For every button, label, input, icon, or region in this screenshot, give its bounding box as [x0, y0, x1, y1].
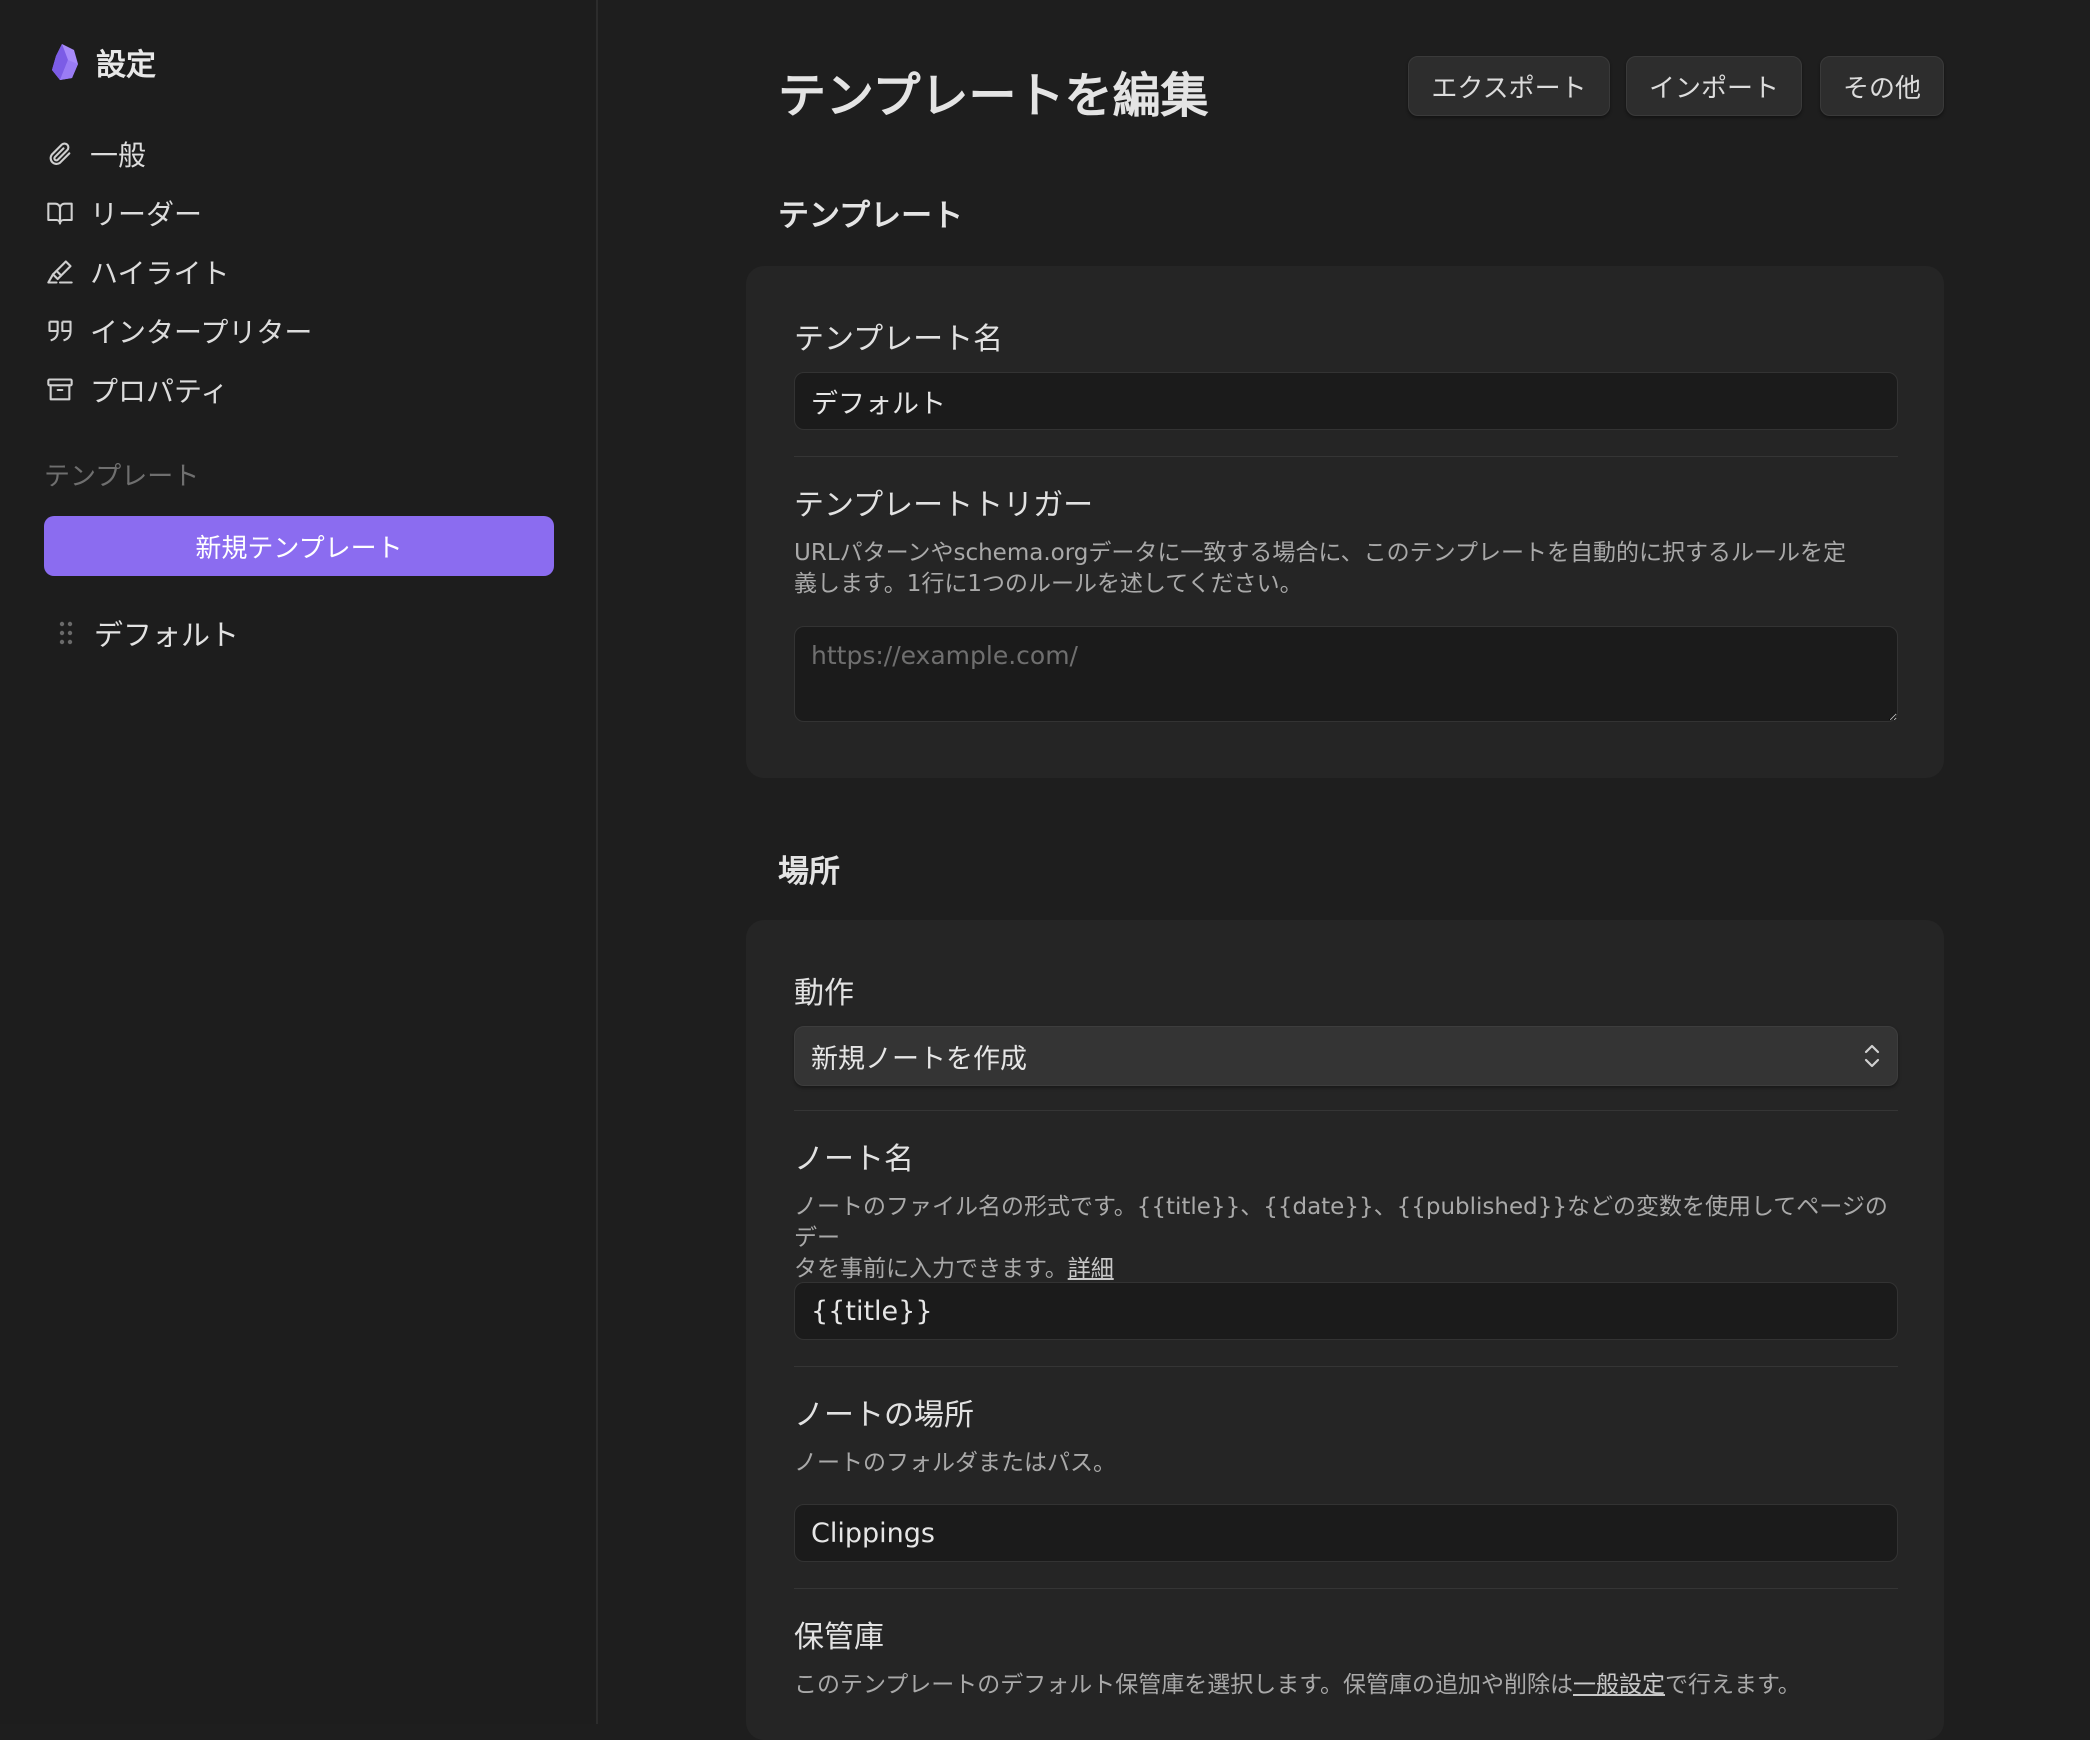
note-name-description: ノートのファイル名の形式です。{{title}}、{{date}}、{{publ…: [794, 1192, 1898, 1285]
template-trigger-label: テンプレートトリガー: [794, 488, 1094, 523]
obsidian-logo-icon: [52, 44, 78, 80]
description-text: で行えます。: [1665, 1672, 1801, 1698]
main-panel: テンプレートを編集 エクスポート インポート その他 テンプレート テンプレート…: [600, 0, 2090, 1740]
drag-handle-icon[interactable]: [58, 620, 74, 646]
sidebar-item-label: 一般: [90, 138, 147, 172]
sidebar-item-label: プロパティ: [90, 374, 229, 408]
divider: [794, 1110, 1898, 1111]
templates-section-label: テンプレート: [44, 462, 200, 492]
sidebar-item-properties[interactable]: プロパティ: [44, 360, 564, 419]
export-button[interactable]: エクスポート: [1408, 56, 1610, 116]
template-section-heading: テンプレート: [778, 198, 964, 234]
template-name-label: テンプレート名: [794, 322, 1004, 357]
description-line: URLパターンやschema.orgデータに一致する場合に、このテンプレートを自…: [794, 540, 1846, 566]
template-trigger-description: URLパターンやschema.orgデータに一致する場合に、このテンプレートを自…: [794, 538, 1898, 600]
highlighter-icon: [44, 256, 76, 288]
divider: [794, 1588, 1898, 1589]
divider: [794, 1366, 1898, 1367]
book-open-icon: [44, 197, 76, 229]
quote-icon: [44, 315, 76, 347]
divider: [794, 456, 1898, 457]
paperclip-icon: [44, 138, 76, 170]
template-trigger-input[interactable]: [794, 626, 1898, 722]
page-title: テンプレートを編集: [778, 68, 1209, 124]
description-text: タを事前に入力できます。: [794, 1256, 1068, 1282]
new-template-button[interactable]: 新規テンプレート: [44, 516, 554, 576]
description-line: 義します。1行に1つのルールを述してください。: [794, 571, 1303, 597]
sidebar-item-label: ハイライト: [90, 256, 230, 290]
sidebar-item-label: インタープリター: [90, 315, 313, 349]
description-line: ノートのファイル名の形式です。{{title}}、{{date}}、{{publ…: [794, 1194, 1888, 1251]
vault-description: このテンプレートのデフォルト保管庫を選択します。保管庫の追加や削除は一般設定で行…: [794, 1670, 1898, 1701]
details-link[interactable]: 詳細: [1068, 1256, 1114, 1282]
description-text: このテンプレートのデフォルト保管庫を選択します。保管庫の追加や削除は: [794, 1672, 1574, 1698]
general-settings-link[interactable]: 一般設定: [1573, 1672, 1665, 1698]
import-button[interactable]: インポート: [1626, 56, 1802, 116]
sidebar-nav: 一般 リーダー ハイライト インタープリター プロパティ: [44, 124, 564, 419]
note-location-input[interactable]: [794, 1504, 1898, 1562]
sidebar-item-general[interactable]: 一般: [44, 124, 564, 183]
sidebar-brand: 設定: [48, 40, 156, 84]
action-select-value: 新規ノートを作成: [811, 1043, 1027, 1075]
template-list-item[interactable]: デフォルト: [58, 612, 239, 654]
settings-sidebar: 設定 一般 リーダー ハイライト インタープリター プロパティ テンプレート 新…: [0, 0, 598, 1724]
location-section-heading: 場所: [778, 854, 840, 890]
template-name: デフォルト: [94, 618, 240, 652]
sidebar-title: 設定: [96, 48, 156, 83]
vault-label: 保管庫: [794, 1620, 884, 1655]
note-name-input[interactable]: [794, 1282, 1898, 1340]
sidebar-item-highlights[interactable]: ハイライト: [44, 242, 564, 301]
sidebar-item-reader[interactable]: リーダー: [44, 183, 564, 242]
action-select[interactable]: 新規ノートを作成: [794, 1026, 1898, 1086]
note-name-label: ノート名: [794, 1142, 914, 1177]
sidebar-item-label: リーダー: [90, 197, 203, 231]
template-card: テンプレート名 テンプレートトリガー URLパターンやschema.orgデータ…: [746, 266, 1944, 778]
location-card: 動作 新規ノートを作成 ノート名 ノートのファイル名の形式です。{{title}…: [746, 920, 1944, 1740]
action-label: 動作: [794, 976, 854, 1011]
more-button[interactable]: その他: [1820, 56, 1944, 116]
chevron-up-down-icon: [1864, 1044, 1880, 1068]
template-name-input[interactable]: [794, 372, 1898, 430]
description-line: タを事前に入力できます。詳細: [794, 1254, 1898, 1285]
note-location-description: ノートのフォルダまたはパス。: [794, 1450, 1116, 1476]
archive-icon: [44, 374, 76, 406]
note-location-label: ノートの場所: [794, 1398, 974, 1433]
sidebar-item-interpreter[interactable]: インタープリター: [44, 301, 564, 360]
